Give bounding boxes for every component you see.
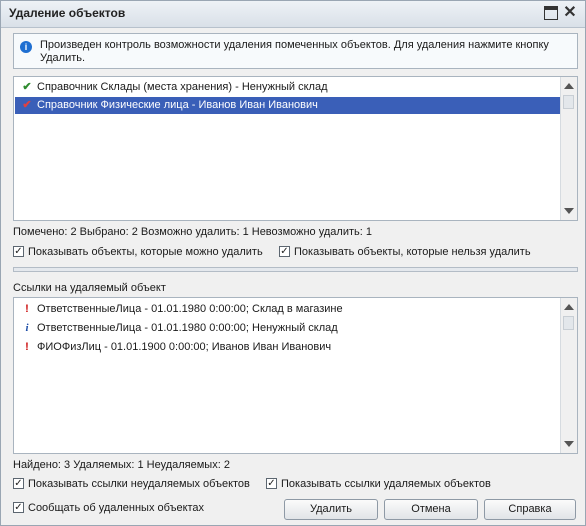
info-icon: i — [25, 322, 29, 334]
checkbox-box[interactable]: ✓ — [13, 478, 24, 489]
check-icon: ✔ — [22, 81, 32, 93]
delete-objects-dialog: Удаление объектов ✕ i Произведен контрол… — [0, 0, 586, 526]
info-text: Произведен контроль возможности удаления… — [40, 39, 549, 64]
objects-scrollbar[interactable] — [560, 77, 577, 220]
scroll-up-icon[interactable] — [564, 83, 574, 89]
references-status: Найдено: 3 Удаляемых: 1 Неудаляемых: 2 — [13, 459, 230, 471]
delete-button[interactable]: Удалить — [284, 499, 378, 520]
checkbox-box[interactable]: ✓ — [13, 502, 24, 513]
checkbox-box[interactable]: ✓ — [279, 246, 290, 257]
exclamation-icon: ! — [25, 341, 29, 353]
help-button[interactable]: Справка — [484, 499, 576, 520]
window-title: Удаление объектов — [9, 6, 126, 20]
objects-list[interactable]: ✔ Справочник Склады (места хранения) - Н… — [13, 76, 578, 221]
checkbox-box[interactable]: ✓ — [266, 478, 277, 489]
exclamation-icon: ! — [25, 303, 29, 315]
scroll-thumb[interactable] — [563, 95, 574, 109]
checkbox-box[interactable]: ✓ — [13, 246, 24, 257]
list-item-label: ОтветственныеЛица - 01.01.1980 0:00:00; … — [37, 322, 338, 334]
list-item[interactable]: ! ФИОФизЛиц - 01.01.1900 0:00:00; Иванов… — [15, 339, 560, 356]
objects-status: Помечено: 2 Выбрано: 2 Возможно удалить:… — [13, 226, 372, 238]
list-item[interactable]: ! ОтветственныеЛица - 01.01.1980 0:00:00… — [15, 301, 560, 318]
references-list[interactable]: ! ОтветственныеЛица - 01.01.1980 0:00:00… — [13, 297, 578, 454]
list-item-label: ОтветственныеЛица - 01.01.1980 0:00:00; … — [37, 303, 343, 315]
scroll-down-icon[interactable] — [564, 441, 574, 447]
list-item[interactable]: ✔ Справочник Склады (места хранения) - Н… — [15, 79, 560, 96]
list-item-label: ФИОФизЛиц - 01.01.1900 0:00:00; Иванов И… — [37, 341, 332, 353]
list-item-label: Справочник Склады (места хранения) - Нен… — [37, 81, 328, 93]
list-item-label: Справочник Физические лица - Иванов Иван… — [37, 99, 318, 111]
references-caption: Ссылки на удаляемый объект — [13, 282, 166, 294]
scroll-up-icon[interactable] — [564, 304, 574, 310]
check-icon: ✔ — [22, 99, 32, 111]
close-icon[interactable]: ✕ — [563, 5, 577, 21]
title-bar: Удаление объектов ✕ — [1, 1, 585, 28]
scroll-down-icon[interactable] — [564, 208, 574, 214]
maximize-icon[interactable] — [544, 6, 558, 20]
info-circle-icon: i — [20, 41, 32, 53]
cancel-button[interactable]: Отмена — [384, 499, 478, 520]
info-panel: i Произведен контроль возможности удален… — [13, 33, 578, 69]
list-item[interactable]: i ОтветственныеЛица - 01.01.1980 0:00:00… — [15, 320, 560, 337]
list-item-selected[interactable]: ✔ Справочник Физические лица - Иванов Ив… — [15, 97, 560, 114]
references-scrollbar[interactable] — [560, 298, 577, 453]
scroll-thumb[interactable] — [563, 316, 574, 330]
splitter[interactable] — [13, 267, 578, 272]
